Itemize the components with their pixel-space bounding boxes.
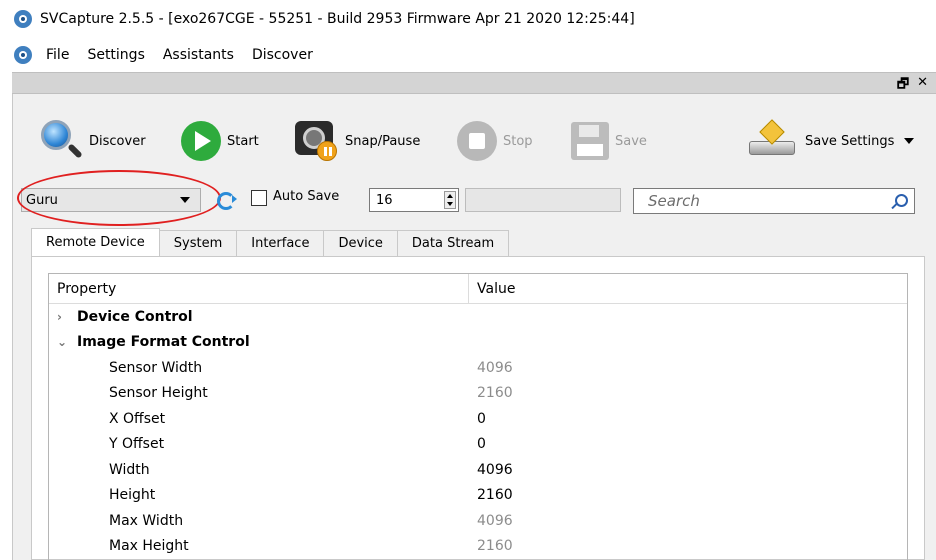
discover-button[interactable]: Discover xyxy=(39,114,146,168)
group-row-image-format-control[interactable]: ⌄ Image Format Control xyxy=(49,330,907,356)
capture-panel: Discover Start Snap/Pause Stop Save Save… xyxy=(12,94,936,560)
property-value: 4096 xyxy=(477,359,513,376)
group-label: Image Format Control xyxy=(77,334,250,351)
chevron-right-icon[interactable]: › xyxy=(49,310,77,324)
drive-upload-icon xyxy=(747,119,799,161)
property-value: 2160 xyxy=(477,538,513,555)
property-name: X Offset xyxy=(109,410,166,427)
stop-icon xyxy=(457,121,497,161)
snap-pause-label: Snap/Pause xyxy=(345,133,421,149)
property-name: Sensor Width xyxy=(109,359,203,376)
save-label: Save xyxy=(615,133,647,149)
save-button[interactable]: Save xyxy=(571,114,647,168)
auto-save-checkbox[interactable] xyxy=(251,190,267,206)
search-icon[interactable] xyxy=(895,194,908,207)
tab-data-stream[interactable]: Data Stream xyxy=(396,230,510,256)
floppy-disk-icon xyxy=(571,122,609,160)
save-settings-button[interactable]: Save Settings xyxy=(747,114,915,168)
app-menu-icon[interactable] xyxy=(14,46,32,64)
mdi-strip: 🗗 ✕ xyxy=(12,72,936,94)
property-value: 4096 xyxy=(477,512,513,529)
tab-interface[interactable]: Interface xyxy=(236,230,325,256)
camera-pause-icon xyxy=(293,119,339,163)
discover-label: Discover xyxy=(89,133,146,149)
property-value[interactable]: 2160 xyxy=(469,487,513,503)
tab-device[interactable]: Device xyxy=(323,230,398,256)
stop-button[interactable]: Stop xyxy=(457,114,533,168)
property-row[interactable]: Sensor Width 4096 xyxy=(49,355,907,381)
property-value: 2160 xyxy=(477,385,513,402)
property-value[interactable]: 0 xyxy=(469,436,486,452)
menu-discover[interactable]: Discover xyxy=(252,47,313,63)
window-title: SVCapture 2.5.5 - [exo267CGE - 55251 - B… xyxy=(40,11,635,27)
highlight-annotation xyxy=(17,170,221,226)
tab-remote-device[interactable]: Remote Device xyxy=(31,228,160,256)
menu-settings[interactable]: Settings xyxy=(87,47,144,63)
tab-content: Property Value › Device Control ⌄ Image … xyxy=(31,256,925,560)
header-property[interactable]: Property xyxy=(49,274,469,303)
count-spinbox[interactable]: 16 xyxy=(369,188,459,212)
property-name: Sensor Height xyxy=(109,385,208,402)
app-eye-icon xyxy=(14,10,32,28)
refresh-icon[interactable] xyxy=(217,192,237,210)
save-settings-label: Save Settings xyxy=(805,133,895,149)
group-row-device-control[interactable]: › Device Control xyxy=(49,304,907,330)
property-grid: Property Value › Device Control ⌄ Image … xyxy=(48,273,908,560)
toolbar: Discover Start Snap/Pause Stop Save Save… xyxy=(39,114,936,168)
search-input[interactable]: Search xyxy=(633,188,915,214)
play-icon xyxy=(181,121,221,161)
property-row[interactable]: Width 4096 xyxy=(49,457,907,483)
auto-save-label: Auto Save xyxy=(273,189,340,204)
tab-strip: Remote Device System Interface Device Da… xyxy=(31,228,510,256)
menu-file[interactable]: File xyxy=(46,47,69,63)
menu-assistants[interactable]: Assistants xyxy=(163,47,234,63)
group-label: Device Control xyxy=(77,308,193,325)
snap-pause-button[interactable]: Snap/Pause xyxy=(293,114,420,168)
chevron-down-icon[interactable] xyxy=(904,138,915,144)
property-row[interactable]: Max Height 2160 xyxy=(49,534,907,560)
property-row[interactable]: Sensor Height 2160 xyxy=(49,381,907,407)
stop-label: Stop xyxy=(503,133,533,149)
property-value[interactable]: 0 xyxy=(469,411,486,427)
start-button[interactable]: Start xyxy=(181,114,259,168)
options-row: Guru Auto Save 16 Search xyxy=(17,170,921,226)
property-row[interactable]: Y Offset 0 xyxy=(49,432,907,458)
menu-bar: File Settings Assistants Discover xyxy=(0,40,936,70)
property-value[interactable]: 4096 xyxy=(469,462,513,478)
tab-system[interactable]: System xyxy=(158,230,238,256)
property-name: Y Offset xyxy=(109,436,165,453)
header-value[interactable]: Value xyxy=(469,281,515,297)
title-bar: SVCapture 2.5.5 - [exo267CGE - 55251 - B… xyxy=(0,0,936,38)
property-name: Max Height xyxy=(109,538,189,555)
magnifier-icon xyxy=(39,118,83,164)
property-row[interactable]: Height 2160 xyxy=(49,483,907,509)
property-name: Height xyxy=(109,487,156,504)
property-name: Max Width xyxy=(109,512,184,529)
count-value: 16 xyxy=(376,192,393,208)
search-placeholder: Search xyxy=(648,192,700,210)
property-name: Width xyxy=(109,461,150,478)
start-label: Start xyxy=(227,133,259,149)
property-row[interactable]: Max Width 4096 xyxy=(49,508,907,534)
grid-header: Property Value xyxy=(49,274,907,304)
disabled-text-field xyxy=(465,188,621,212)
spin-arrows-icon[interactable] xyxy=(444,191,456,209)
chevron-down-icon[interactable]: ⌄ xyxy=(49,335,77,349)
property-row[interactable]: X Offset 0 xyxy=(49,406,907,432)
